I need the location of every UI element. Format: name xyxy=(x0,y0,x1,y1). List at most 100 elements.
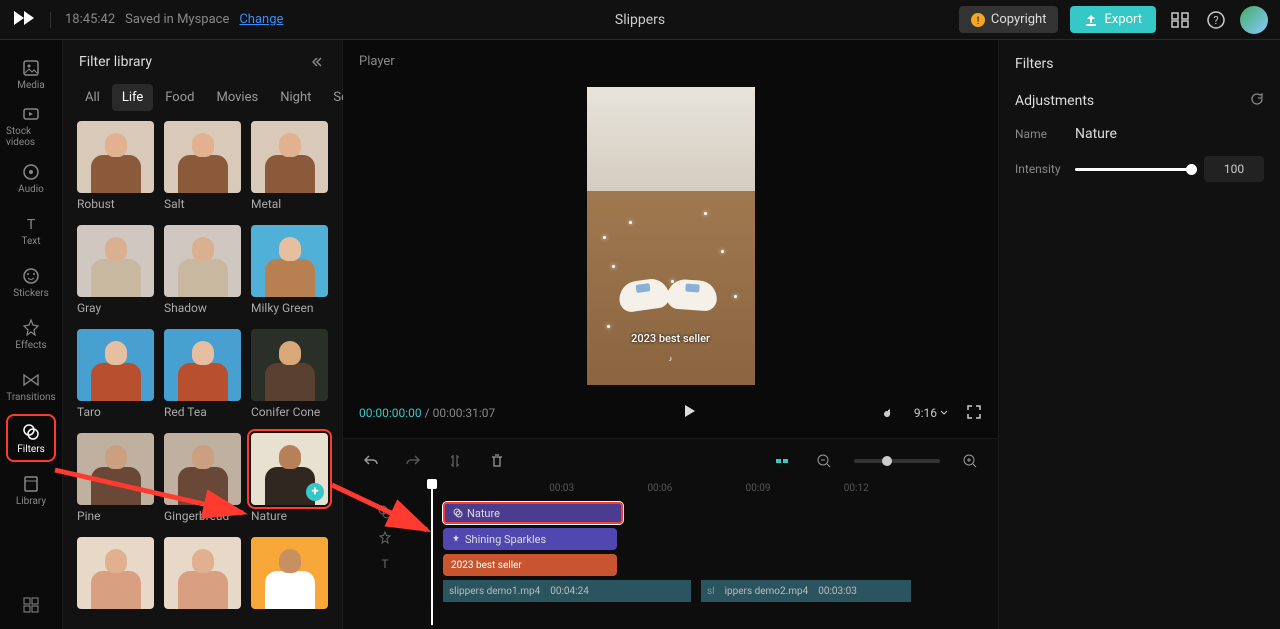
intensity-value[interactable]: 100 xyxy=(1204,156,1264,182)
layout-icon[interactable] xyxy=(1168,8,1192,32)
properties-title: Filters xyxy=(1015,56,1264,72)
save-status: Saved in Myspace xyxy=(125,12,229,27)
intensity-slider[interactable] xyxy=(1075,168,1192,171)
track-filter-icon xyxy=(359,504,411,523)
sidebar-item-filters[interactable]: Filters xyxy=(6,414,56,462)
svg-text:?: ? xyxy=(1213,14,1218,27)
upload-icon xyxy=(1084,13,1098,27)
filter-label: Gingerbread xyxy=(164,509,241,523)
app-logo xyxy=(12,9,36,31)
project-title: Slippers xyxy=(615,12,665,28)
zoom-out-icon[interactable] xyxy=(812,449,836,473)
filter-label: Robust xyxy=(77,197,154,211)
fullscreen-icon[interactable] xyxy=(966,404,982,423)
intensity-label: Intensity xyxy=(1015,162,1063,176)
filter-label: Metal xyxy=(251,197,328,211)
sidebar: Media Stock videos Audio TText Stickers … xyxy=(0,40,63,629)
filter-item-unnamed[interactable] xyxy=(164,537,241,613)
filter-grid: Robust Salt Metal xyxy=(63,121,342,629)
filter-item-gingerbread[interactable]: Gingerbread xyxy=(164,433,241,523)
sidebar-item-stickers[interactable]: Stickers xyxy=(6,258,56,306)
clip-best-seller[interactable]: 2023 best seller xyxy=(443,554,617,576)
player-label: Player xyxy=(359,54,982,69)
tiktok-toggle-icon[interactable] xyxy=(882,405,896,422)
sidebar-item-audio[interactable]: Audio xyxy=(6,154,56,202)
sidebar-item-media[interactable]: Media xyxy=(6,50,56,98)
collapse-icon[interactable] xyxy=(312,55,326,69)
copyright-button[interactable]: ! Copyright xyxy=(959,6,1059,33)
playhead[interactable] xyxy=(431,485,433,625)
filter-item-red-tea[interactable]: Red Tea xyxy=(164,329,241,419)
warning-icon: ! xyxy=(971,13,985,27)
track-effect-icon xyxy=(359,530,411,549)
video-preview[interactable]: 2023 best seller ♪ xyxy=(587,87,755,385)
clip-video-2[interactable]: slippers demo2.mp400:03:03 xyxy=(701,580,911,602)
preview-caption: 2023 best seller xyxy=(587,332,755,345)
sidebar-item-library[interactable]: Library xyxy=(6,466,56,514)
filter-label: Red Tea xyxy=(164,405,241,419)
tab-movies[interactable]: Movies xyxy=(206,84,268,111)
filter-label: Salt xyxy=(164,197,241,211)
svg-text:T: T xyxy=(27,217,36,233)
filter-item-pine[interactable]: Pine xyxy=(77,433,154,523)
split-button[interactable] xyxy=(443,449,467,473)
tab-food[interactable]: Food xyxy=(155,84,204,111)
clip-nature[interactable]: Nature xyxy=(443,502,623,524)
timeline-panel: 00:03 00:06 00:09 00:12 Nature Shini xyxy=(343,439,998,629)
add-icon[interactable]: + xyxy=(306,483,324,501)
filter-item-salt[interactable]: Salt xyxy=(164,121,241,211)
filter-item-robust[interactable]: Robust xyxy=(77,121,154,211)
filter-item-nature[interactable]: + Nature xyxy=(251,433,328,523)
sidebar-item-more[interactable] xyxy=(6,581,56,629)
tiktok-icon: ♪ xyxy=(669,354,673,363)
save-meta: 18:45:42 Saved in Myspace Change xyxy=(65,12,283,27)
tab-all[interactable]: All xyxy=(75,84,110,111)
zoom-slider[interactable] xyxy=(854,459,940,463)
delete-button[interactable] xyxy=(485,449,509,473)
export-button[interactable]: Export xyxy=(1070,6,1156,33)
filter-item-shadow[interactable]: Shadow xyxy=(164,225,241,315)
sidebar-item-transitions[interactable]: Transitions xyxy=(6,362,56,410)
redo-button[interactable] xyxy=(401,449,425,473)
filter-label: Milky Green xyxy=(251,301,328,315)
snap-icon[interactable] xyxy=(770,449,794,473)
aspect-ratio[interactable]: 9:16 xyxy=(914,406,948,420)
filter-item-milky-green[interactable]: Milky Green xyxy=(251,225,328,315)
divider xyxy=(50,12,51,28)
filter-label: Taro xyxy=(77,405,154,419)
filter-item-conifer-cone[interactable]: Conifer Cone xyxy=(251,329,328,419)
svg-text:!: ! xyxy=(977,16,980,27)
tab-night[interactable]: Night xyxy=(270,84,321,111)
tab-life[interactable]: Life xyxy=(112,84,153,111)
sidebar-item-stock[interactable]: Stock videos xyxy=(6,102,56,150)
top-bar: 18:45:42 Saved in Myspace Change Slipper… xyxy=(0,0,1280,40)
sidebar-item-effects[interactable]: Effects xyxy=(6,310,56,358)
library-title: Filter library xyxy=(79,54,152,70)
undo-button[interactable] xyxy=(359,449,383,473)
change-link[interactable]: Change xyxy=(239,12,283,27)
filter-item-gray[interactable]: Gray xyxy=(77,225,154,315)
filter-label: Conifer Cone xyxy=(251,405,328,419)
reset-icon[interactable] xyxy=(1250,92,1264,110)
filter-library-panel: Filter library All Life Food Movies Nigh… xyxy=(63,40,343,629)
save-timestamp: 18:45:42 xyxy=(65,12,115,27)
filter-name-value: Nature xyxy=(1075,126,1117,142)
help-icon[interactable]: ? xyxy=(1204,8,1228,32)
user-avatar[interactable] xyxy=(1240,6,1268,34)
timecode: 00:00:00:00 / 00:00:31:07 xyxy=(359,406,495,420)
filter-item-unnamed[interactable] xyxy=(77,537,154,613)
name-label: Name xyxy=(1015,127,1063,141)
player-panel: Player 2023 best seller ♪ xyxy=(343,40,998,439)
clip-video-1[interactable]: slippers demo1.mp400:04:24 xyxy=(443,580,691,602)
clip-shining-sparkles[interactable]: Shining Sparkles xyxy=(443,528,617,550)
filter-label: Gray xyxy=(77,301,154,315)
properties-panel: Filters Adjustments Name Nature Intensit… xyxy=(998,40,1280,629)
timeline-ruler[interactable]: 00:03 00:06 00:09 00:12 xyxy=(475,483,982,494)
filter-item-taro[interactable]: Taro xyxy=(77,329,154,419)
adjustments-header: Adjustments xyxy=(1015,93,1094,109)
zoom-in-icon[interactable] xyxy=(958,449,982,473)
filter-item-metal[interactable]: Metal xyxy=(251,121,328,211)
filter-item-unnamed[interactable] xyxy=(251,537,328,613)
sidebar-item-text[interactable]: TText xyxy=(6,206,56,254)
play-button[interactable] xyxy=(680,402,698,424)
